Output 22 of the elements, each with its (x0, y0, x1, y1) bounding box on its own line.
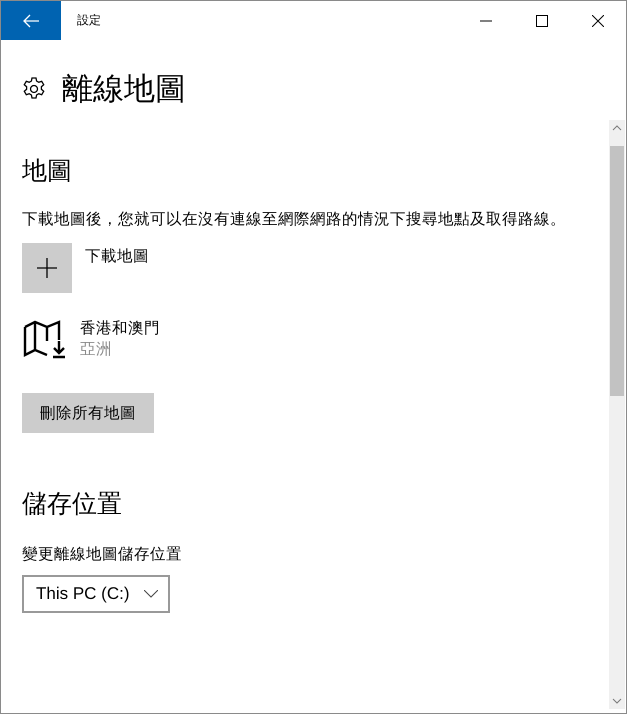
scroll-up-icon[interactable] (612, 124, 622, 132)
settings-icon (22, 77, 46, 101)
description-text: 下載地圖後，您就可以在沒有連線至網際網路的情況下搜尋地點及取得路線。 (22, 209, 566, 230)
section-heading: 儲存位置 (22, 488, 122, 520)
storage-dropdown[interactable]: This PC (C:) (22, 575, 170, 613)
map-region: 亞洲 (80, 339, 113, 360)
download-maps-label[interactable]: 下載地圖 (85, 246, 149, 267)
maximize-icon (536, 14, 548, 26)
map-name: 香港和澳門 (80, 318, 160, 339)
storage-label: 變更離線地圖儲存位置 (22, 544, 182, 565)
section-heading: 地圖 (22, 155, 72, 187)
back-button[interactable] (1, 1, 61, 40)
close-icon (592, 14, 604, 26)
window-title: 設定 (77, 12, 102, 29)
scroll-down-icon[interactable] (612, 697, 622, 705)
plus-icon (37, 258, 57, 278)
scrollbar[interactable] (609, 120, 625, 709)
delete-all-maps-button[interactable]: 刪除所有地圖 (22, 393, 154, 433)
chevron-down-icon (144, 590, 158, 598)
page-title: 離線地圖 (62, 70, 186, 109)
back-arrow-icon (23, 14, 39, 28)
add-map-button[interactable] (22, 243, 72, 293)
